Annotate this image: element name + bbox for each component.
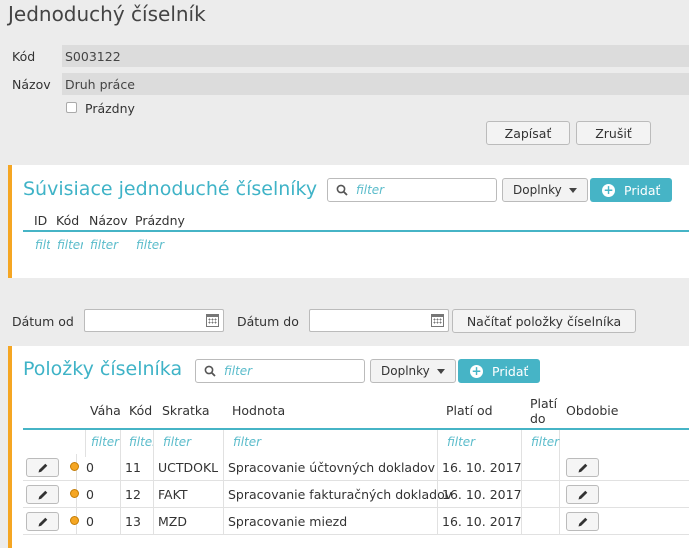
cell-skratka: UCTDOKL (158, 460, 219, 475)
status-dot-icon (70, 516, 79, 525)
cell-kod: 11 (125, 460, 141, 475)
related-title: Súvisiace jednoduché číselníky (23, 178, 318, 200)
related-filter-kod[interactable]: filter (57, 238, 83, 252)
cell-hodnota: Spracovanie účtovných dokladov (228, 460, 436, 475)
plus-circle-icon: + (602, 182, 615, 197)
status-dot-icon (70, 462, 79, 471)
pencil-icon (578, 463, 587, 472)
related-col-prazdny[interactable]: Prázdny (135, 213, 185, 228)
items-col-kod[interactable]: Kód (129, 403, 152, 418)
search-icon (204, 365, 216, 377)
caret-down-icon (568, 187, 577, 193)
table-row[interactable]: 0 11 UCTDOKL Spracovanie účtovných dokladov… (23, 454, 689, 481)
cell-plati-od: 16. 10. 2017 (442, 514, 522, 529)
date-from-input[interactable] (84, 309, 224, 332)
related-filter-nazov[interactable]: filter (90, 238, 130, 252)
nazov-label: Názov (12, 77, 51, 92)
cell-skratka: MZD (158, 514, 187, 529)
caret-down-icon (436, 368, 445, 374)
kod-label: Kód (12, 49, 36, 64)
items-addons-button[interactable]: Doplnky (370, 359, 456, 383)
edit-period-button[interactable] (566, 458, 599, 477)
items-filter-row (23, 430, 689, 457)
items-add-label: Pridať (492, 363, 529, 379)
pencil-icon (38, 490, 47, 499)
edit-row-button[interactable] (26, 458, 59, 477)
items-search-placeholder: filter (224, 364, 253, 378)
edit-row-button[interactable] (26, 485, 59, 504)
items-col-hodnota[interactable]: Hodnota (232, 403, 285, 418)
cell-vaha: 0 (86, 460, 94, 475)
related-col-id[interactable]: ID (34, 213, 47, 228)
plus-circle-icon: + (470, 363, 483, 378)
related-addons-button[interactable]: Doplnky (502, 178, 588, 202)
prazdny-label: Prázdny (85, 101, 135, 116)
related-col-nazov[interactable]: Názov (89, 213, 128, 228)
kod-field[interactable]: S003122 (62, 45, 689, 67)
pencil-icon (38, 517, 47, 526)
related-header-divider (23, 230, 689, 232)
cell-skratka: FAKT (158, 487, 188, 502)
edit-period-button[interactable] (566, 485, 599, 504)
related-addons-label: Doplnky (513, 183, 562, 197)
nazov-field[interactable]: Druh práce (62, 73, 689, 95)
cell-hodnota: Spracovanie miezd (228, 514, 348, 529)
cell-vaha: 0 (86, 514, 94, 529)
table-row[interactable]: 0 12 FAKT Spracovanie fakturačných dokladov… (23, 481, 689, 508)
items-filter-plati-od[interactable]: filter (447, 435, 487, 449)
related-filter-prazdny[interactable]: filter (136, 238, 176, 252)
items-title: Položky číselníka (23, 358, 183, 380)
edit-row-button[interactable] (26, 512, 59, 531)
cell-kod: 13 (125, 514, 141, 529)
items-col-skratka[interactable]: Skratka (162, 403, 210, 418)
cell-plati-od: 16. 10. 2017 (442, 487, 522, 502)
related-col-kod[interactable]: Kód (56, 213, 79, 228)
pencil-icon (578, 517, 587, 526)
items-col-plati-do[interactable]: Platí do (530, 396, 560, 426)
date-from-label: Dátum od (12, 314, 74, 329)
items-filter-skratka[interactable]: filter (163, 435, 203, 449)
items-filter-plati-do[interactable]: filter (531, 435, 561, 449)
cancel-button[interactable]: Zrušiť (576, 121, 651, 145)
items-table-body: 0 11 UCTDOKL Spracovanie účtovných dokladov… (23, 454, 689, 535)
items-filter-hodnota[interactable]: filter (233, 435, 273, 449)
items-filter-kod[interactable]: filter (129, 435, 153, 449)
items-panel: Položky číselníka filter Doplnky + Prida… (8, 346, 689, 548)
edit-period-button[interactable] (566, 512, 599, 531)
items-addons-label: Doplnky (381, 364, 430, 378)
related-filter-id[interactable]: filt (35, 238, 50, 252)
cell-hodnota: Spracovanie fakturačných dokladov (228, 487, 453, 502)
status-dot-icon (70, 489, 79, 498)
table-row[interactable]: 0 13 MZD Spracovanie miezd 16. 10. 2017 (23, 508, 689, 535)
calendar-icon[interactable] (206, 314, 219, 327)
page-title: Jednoduchý číselník (8, 2, 206, 26)
pencil-icon (578, 490, 587, 499)
cell-kod: 12 (125, 487, 141, 502)
items-col-obdobie[interactable]: Obdobie (566, 403, 618, 418)
save-button[interactable]: Zapísať (486, 121, 570, 145)
search-icon (336, 184, 348, 196)
pencil-icon (38, 463, 47, 472)
items-search-input[interactable]: filter (195, 359, 365, 383)
prazdny-checkbox[interactable] (66, 102, 77, 113)
items-col-vaha[interactable]: Váha (90, 403, 121, 418)
cell-plati-od: 16. 10. 2017 (442, 460, 522, 475)
date-to-input[interactable] (309, 309, 449, 332)
related-add-button[interactable]: + Pridať (590, 178, 673, 202)
calendar-icon[interactable] (431, 314, 444, 327)
date-to-label: Dátum do (237, 314, 299, 329)
related-search-placeholder: filter (356, 183, 385, 197)
items-add-button[interactable]: + Pridať (458, 359, 541, 383)
related-add-label: Pridať (624, 182, 661, 198)
load-items-button[interactable]: Načítať položky číselníka (452, 309, 636, 333)
related-panel: Súvisiace jednoduché číselníky filter Do… (8, 165, 689, 278)
items-filter-vaha[interactable]: filter (91, 435, 121, 449)
items-col-plati-od[interactable]: Platí od (446, 403, 493, 418)
cell-vaha: 0 (86, 487, 94, 502)
related-search-input[interactable]: filter (327, 178, 497, 202)
